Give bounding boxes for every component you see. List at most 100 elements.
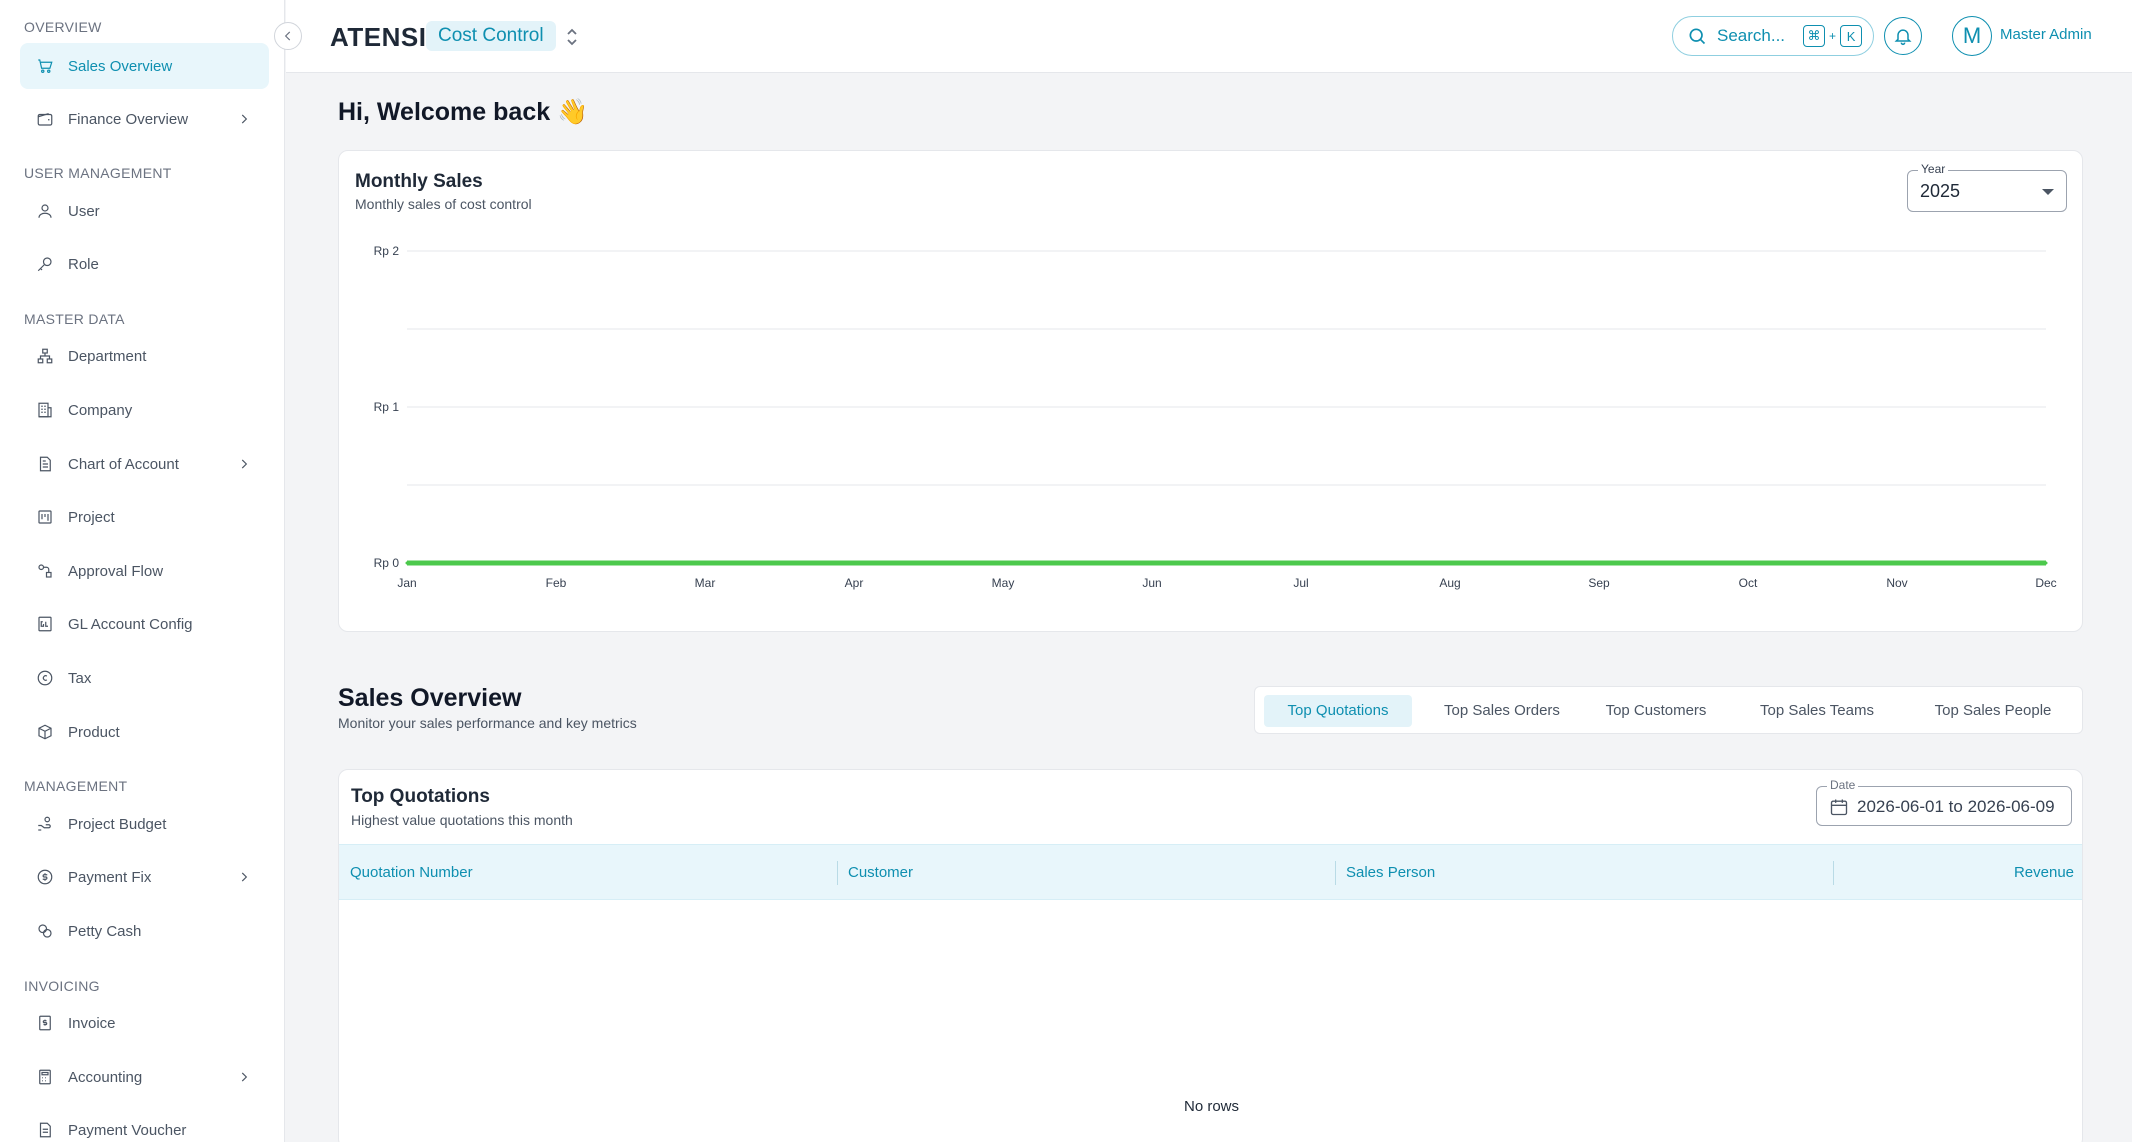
sidebar-item-payment-voucher[interactable]: Payment Voucher: [20, 1107, 269, 1142]
column-separator[interactable]: [1335, 861, 1336, 885]
sidebar-item-accounting[interactable]: Accounting: [20, 1054, 269, 1100]
sidebar-item-chart-of-account[interactable]: Chart of Account: [20, 441, 269, 487]
data-point[interactable]: [554, 561, 558, 565]
sidebar-item-user[interactable]: User: [20, 188, 269, 234]
data-point[interactable]: [1746, 561, 1750, 565]
tab-top-sales-people[interactable]: Top Sales People: [1913, 695, 2073, 727]
sidebar-item-approval-flow[interactable]: Approval Flow: [20, 548, 269, 594]
user-name[interactable]: Master Admin: [2000, 26, 2092, 43]
data-point[interactable]: [1895, 561, 1899, 565]
x-tick-label: Mar: [695, 576, 716, 590]
column-header-sales-person[interactable]: Sales Person: [1346, 845, 1435, 901]
sidebar-item-label: Payment Voucher: [68, 1121, 187, 1139]
top-quotations-card: Top Quotations Highest value quotations …: [338, 769, 2083, 1142]
budget-icon: [36, 815, 54, 833]
bell-icon: [1894, 29, 1912, 46]
collapse-sidebar-button[interactable]: [274, 22, 302, 50]
x-tick-label: Jan: [397, 576, 416, 590]
sidebar-item-company[interactable]: Company: [20, 387, 269, 433]
date-range-label: Date: [1827, 778, 1859, 792]
sidebar-item-invoice[interactable]: Invoice: [20, 1000, 269, 1046]
dollar-circle-icon: [36, 868, 54, 886]
org-chart-icon: [36, 347, 54, 365]
tab-top-sales-orders[interactable]: Top Sales Orders: [1426, 695, 1578, 727]
data-point[interactable]: [1299, 561, 1303, 565]
sidebar-item-gl-account-config[interactable]: GL Account Config: [20, 601, 269, 647]
section-title-management: MANAGEMENT: [24, 778, 128, 794]
app-switcher-button[interactable]: [564, 26, 580, 48]
x-tick-label: Oct: [1739, 576, 1758, 590]
sales-overview-subtitle: Monitor your sales performance and key m…: [338, 715, 637, 731]
x-tick-label: Aug: [1439, 576, 1460, 590]
cart-icon: [36, 57, 54, 75]
y-tick-label: Rp 1: [374, 400, 400, 414]
card-subtitle: Highest value quotations this month: [351, 812, 573, 828]
data-point[interactable]: [405, 561, 409, 565]
sidebar-item-label: Finance Overview: [68, 110, 189, 128]
voucher-icon: [36, 1121, 54, 1139]
sidebar-item-project-budget[interactable]: Project Budget: [20, 801, 269, 847]
notifications-button[interactable]: [1884, 17, 1922, 55]
y-tick-label: Rp 2: [374, 244, 400, 258]
chevron-right-icon: [237, 112, 251, 126]
data-point[interactable]: [1597, 561, 1601, 565]
data-point[interactable]: [1001, 561, 1005, 565]
section-title-user-management: USER MANAGEMENT: [24, 165, 172, 181]
building-icon: [36, 401, 54, 419]
column-header-customer[interactable]: Customer: [848, 845, 913, 901]
kanban-icon: [36, 508, 54, 526]
avatar[interactable]: M: [1952, 16, 1992, 56]
card-title: Top Quotations: [351, 786, 490, 807]
sidebar-item-label: Tax: [68, 669, 92, 687]
sidebar-item-label: Company: [68, 401, 133, 419]
welcome-heading: Hi, Welcome back 👋: [338, 98, 589, 126]
chevron-right-icon: [237, 457, 251, 471]
column-header-revenue[interactable]: Revenue: [2014, 845, 2074, 901]
sidebar-item-label: User: [68, 202, 100, 220]
column-header-quotation-number[interactable]: Quotation Number: [350, 845, 473, 901]
sidebar-item-role[interactable]: Role: [20, 241, 269, 287]
key-icon: [36, 255, 54, 273]
data-point[interactable]: [1448, 561, 1452, 565]
tab-top-quotations[interactable]: Top Quotations: [1264, 695, 1412, 727]
app-name-badge[interactable]: Cost Control: [426, 21, 556, 51]
sidebar-item-label: GL Account Config: [68, 615, 193, 633]
x-tick-label: Jun: [1142, 576, 1161, 590]
tab-top-customers[interactable]: Top Customers: [1591, 695, 1721, 727]
sidebar-item-payment-fix[interactable]: Payment Fix: [20, 854, 269, 900]
sidebar-item-label: Chart of Account: [68, 455, 179, 473]
user-icon: [36, 202, 54, 220]
x-tick-label: Nov: [1886, 576, 1907, 590]
tab-top-sales-teams[interactable]: Top Sales Teams: [1752, 695, 1882, 727]
section-title-master-data: MASTER DATA: [24, 311, 125, 327]
x-tick-label: May: [992, 576, 1015, 590]
column-separator[interactable]: [837, 861, 838, 885]
sidebar-item-department[interactable]: Department: [20, 333, 269, 379]
sidebar-item-finance-overview[interactable]: Finance Overview: [20, 96, 269, 142]
search-button[interactable]: Search... ⌘ + K: [1672, 16, 1874, 56]
sidebar-item-label: Sales Overview: [68, 57, 173, 75]
sidebar-item-label: Project: [68, 508, 115, 526]
data-point[interactable]: [852, 561, 856, 565]
shortcut-k-key: K: [1840, 25, 1863, 47]
sidebar-item-label: Accounting: [68, 1068, 143, 1086]
sales-overview-tabs: Top Quotations Top Sales Orders Top Cust…: [1254, 686, 2083, 734]
x-tick-label: Feb: [546, 576, 567, 590]
data-point[interactable]: [2044, 561, 2048, 565]
document-icon: [36, 455, 54, 473]
section-title-overview: OVERVIEW: [24, 19, 102, 35]
shortcut-cmd-key: ⌘: [1803, 25, 1826, 47]
sidebar-item-sales-overview[interactable]: Sales Overview: [20, 43, 269, 89]
date-range-value: 2026-06-01 to 2026-06-09: [1857, 797, 2055, 816]
sidebar-item-petty-cash[interactable]: Petty Cash: [20, 908, 269, 954]
sidebar-item-tax[interactable]: Tax: [20, 655, 269, 701]
tax-icon: [36, 669, 54, 687]
sidebar-item-project[interactable]: Project: [20, 494, 269, 540]
data-point[interactable]: [703, 561, 707, 565]
date-range-picker[interactable]: Date 2026-06-01 to 2026-06-09: [1816, 778, 2072, 826]
sidebar-item-product[interactable]: Product: [20, 709, 269, 755]
invoice-icon: [36, 1014, 54, 1032]
column-separator[interactable]: [1833, 861, 1834, 885]
box-icon: [36, 723, 54, 741]
data-point[interactable]: [1150, 561, 1154, 565]
